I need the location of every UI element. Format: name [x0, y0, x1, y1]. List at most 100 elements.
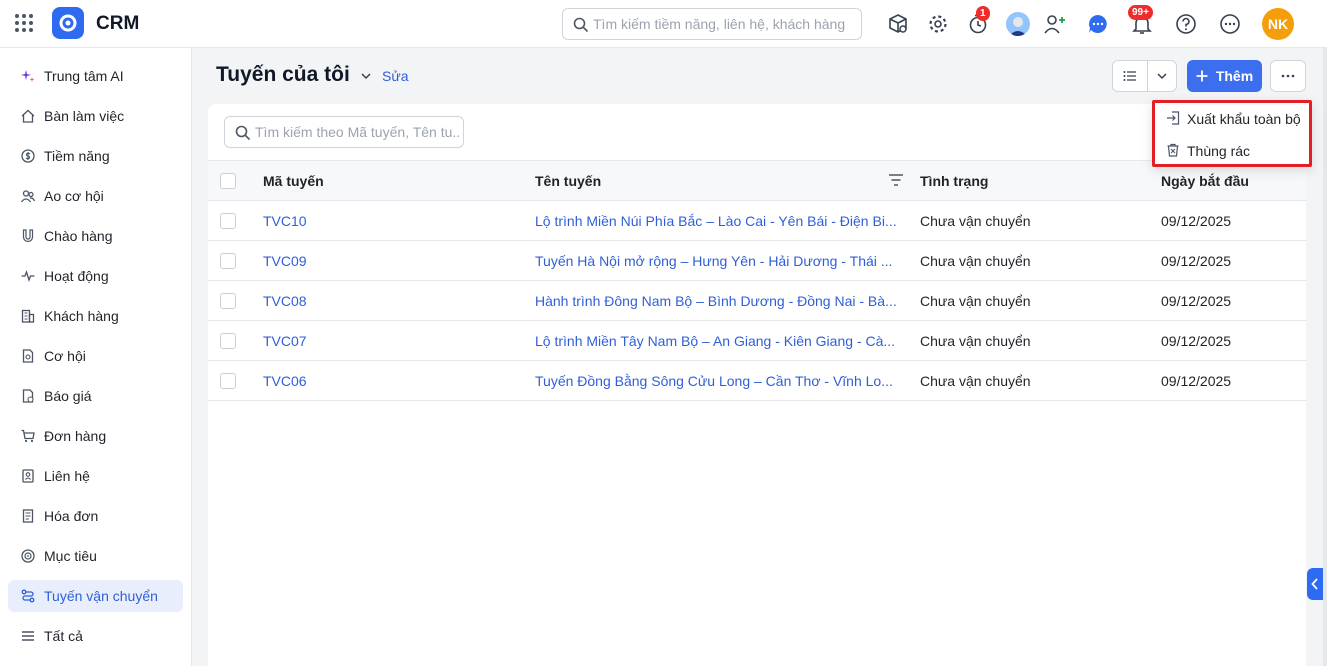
sidebar-item-label: Tiềm năng — [44, 148, 110, 164]
route-name-link[interactable]: Lộ trình Miền Núi Phía Bắc – Lào Cai - Y… — [535, 200, 920, 241]
table-row[interactable]: TVC08 Hành trình Đông Nam Bộ – Bình Dươn… — [208, 280, 1306, 321]
sidebar-item-label: Đơn hàng — [44, 428, 107, 444]
user-avatar[interactable] — [1006, 12, 1030, 36]
sidebar-item-all[interactable]: Tất cả — [8, 620, 183, 652]
chat-icon[interactable] — [1086, 12, 1110, 36]
gear-icon[interactable] — [926, 12, 950, 36]
route-status: Chưa vận chuyển — [920, 320, 1161, 361]
sidebar-item-label: Tuyến vận chuyển — [44, 588, 158, 604]
route-code-link[interactable]: TVC06 — [263, 360, 535, 401]
chevron-down-icon[interactable] — [360, 69, 372, 85]
more-actions-menu: Xuất khẩu toàn bộ Thùng rác — [1152, 100, 1312, 167]
sidebar-item-label: Cơ hội — [44, 348, 86, 364]
route-code-link[interactable]: TVC10 — [263, 200, 535, 241]
route-name-link[interactable]: Hành trình Đông Nam Bộ – Bình Dương - Đồ… — [535, 280, 920, 321]
row-checkbox[interactable] — [220, 293, 236, 310]
sidebar-item-invoices[interactable]: Hóa đơn — [8, 500, 183, 532]
sparkle-icon — [20, 68, 36, 84]
package-search-icon[interactable] — [886, 12, 910, 36]
add-user-icon[interactable] — [1043, 12, 1067, 36]
sidebar-item-workspace[interactable]: Bàn làm việc — [8, 100, 183, 132]
building-icon — [20, 308, 36, 324]
help-icon[interactable] — [1174, 12, 1198, 36]
contact-icon — [20, 468, 36, 484]
view-options-dropdown[interactable] — [1147, 60, 1177, 92]
table-row[interactable]: TVC10 Lộ trình Miền Núi Phía Bắc – Lào C… — [208, 200, 1306, 241]
invoice-icon — [20, 508, 36, 524]
route-name-link[interactable]: Tuyến Hà Nội mở rộng – Hưng Yên - Hải Dư… — [535, 240, 920, 281]
route-start-date: 09/12/2025 — [1161, 320, 1306, 361]
add-button[interactable]: Thêm — [1187, 60, 1262, 92]
route-status: Chưa vận chuyển — [920, 240, 1161, 281]
table-row[interactable]: TVC07 Lộ trình Miền Tây Nam Bộ – An Gian… — [208, 320, 1306, 361]
route-name-link[interactable]: Lộ trình Miền Tây Nam Bộ – An Giang - Ki… — [535, 320, 920, 361]
route-name-link[interactable]: Tuyến Đồng Bằng Sông Cửu Long – Cần Thơ … — [535, 360, 920, 401]
route-code-link[interactable]: TVC08 — [263, 280, 535, 321]
chevron-down-icon — [1157, 73, 1167, 80]
sidebar-item-goals[interactable]: Mục tiêu — [8, 540, 183, 572]
timer-badge: 1 — [976, 6, 990, 21]
sidebar-item-customers[interactable]: Khách hàng — [8, 300, 183, 332]
sidebar-item-shipping-routes[interactable]: Tuyến vận chuyển — [8, 580, 183, 612]
sidebar: Trung tâm AI Bàn làm việc Tiềm năng Ao c… — [0, 48, 192, 666]
route-start-date: 09/12/2025 — [1161, 240, 1306, 281]
file-icon — [20, 348, 36, 364]
more-actions-button[interactable] — [1270, 60, 1306, 92]
sidebar-item-activities[interactable]: Hoạt động — [8, 260, 183, 292]
column-header-name: Tên tuyến — [535, 172, 602, 189]
sidebar-item-leads[interactable]: Tiềm năng — [8, 140, 183, 172]
sidebar-item-opportunity-pool[interactable]: Ao cơ hội — [8, 180, 183, 212]
route-code-link[interactable]: TVC09 — [263, 240, 535, 281]
search-icon — [235, 125, 251, 141]
route-status: Chưa vận chuyển — [920, 200, 1161, 241]
trash-icon — [1166, 143, 1180, 160]
menu-item-trash[interactable]: Thùng rác — [1155, 136, 1309, 166]
page-title: Tuyến của tôi — [216, 63, 350, 86]
plus-icon — [1196, 70, 1208, 82]
table-search-input[interactable] — [255, 124, 460, 140]
row-checkbox[interactable] — [220, 333, 236, 350]
sidebar-item-label: Mục tiêu — [44, 548, 97, 564]
app-grid-icon[interactable] — [13, 12, 35, 34]
menu-item-label: Thùng rác — [1187, 143, 1251, 159]
menu-item-label: Xuất khẩu toàn bộ — [1187, 111, 1301, 127]
column-header-name-cell[interactable]: Tên tuyến — [535, 160, 920, 201]
sidebar-item-contacts[interactable]: Liên hệ — [8, 460, 183, 492]
scrollbar-track[interactable] — [1323, 48, 1327, 666]
row-checkbox[interactable] — [220, 213, 236, 230]
select-all-checkbox[interactable] — [220, 173, 236, 190]
table-row[interactable]: TVC06 Tuyến Đồng Bằng Sông Cửu Long – Cầ… — [208, 360, 1306, 401]
sidebar-item-opportunities[interactable]: Cơ hội — [8, 340, 183, 372]
ellipsis-icon — [1281, 74, 1295, 78]
filter-icon[interactable] — [888, 173, 904, 187]
sidebar-item-label: Bàn làm việc — [44, 108, 125, 124]
crm-logo[interactable] — [52, 7, 84, 39]
list-view-button[interactable] — [1112, 60, 1148, 92]
sidebar-item-quotes[interactable]: Báo giá — [8, 380, 183, 412]
row-checkbox[interactable] — [220, 373, 236, 390]
route-start-date: 09/12/2025 — [1161, 200, 1306, 241]
column-header-status[interactable]: Tình trạng — [920, 160, 1161, 201]
global-search-box[interactable] — [562, 8, 862, 40]
table-row[interactable]: TVC09 Tuyến Hà Nội mở rộng – Hưng Yên - … — [208, 240, 1306, 281]
sidebar-item-orders[interactable]: Đơn hàng — [8, 420, 183, 452]
sidebar-item-ai-center[interactable]: Trung tâm AI — [8, 60, 183, 92]
profile-avatar[interactable]: NK — [1262, 8, 1294, 40]
menu-item-export-all[interactable]: Xuất khẩu toàn bộ — [1155, 104, 1309, 134]
chevron-left-icon — [1311, 578, 1318, 590]
sidebar-item-offers[interactable]: Chào hàng — [8, 220, 183, 252]
sidebar-item-label: Hoạt động — [44, 268, 109, 284]
column-header-code[interactable]: Mã tuyến — [263, 160, 535, 201]
panel-collapse-toggle[interactable] — [1307, 568, 1323, 600]
magnet-icon — [20, 228, 36, 244]
more-icon[interactable] — [1218, 12, 1242, 36]
global-search-input[interactable] — [593, 16, 853, 32]
table-search-box[interactable] — [224, 116, 464, 148]
route-code-link[interactable]: TVC07 — [263, 320, 535, 361]
quote-file-icon — [20, 388, 36, 404]
route-status: Chưa vận chuyển — [920, 360, 1161, 401]
row-checkbox[interactable] — [220, 253, 236, 270]
edit-view-link[interactable]: Sửa — [382, 68, 409, 84]
sidebar-item-label: Chào hàng — [44, 228, 113, 244]
dollar-circle-icon — [20, 148, 36, 164]
